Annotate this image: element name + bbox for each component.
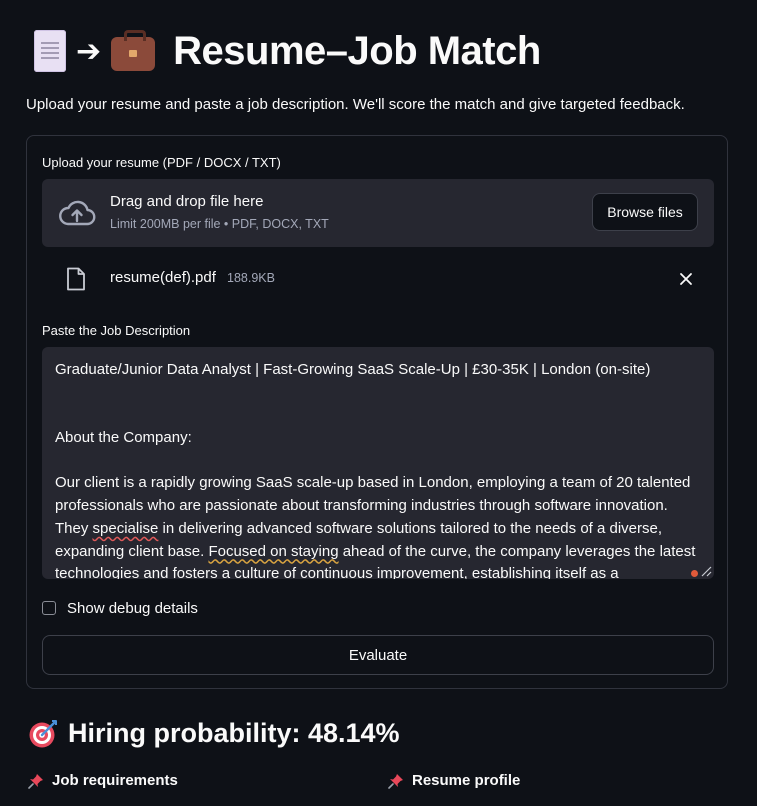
- jd-grammar-phrase: Focused on staying: [208, 542, 339, 560]
- target-icon: [29, 719, 57, 747]
- resume-profile-heading: Resume profile: [388, 772, 520, 789]
- jd-line-title: Graduate/Junior Data Analyst | Fast-Grow…: [55, 361, 651, 378]
- evaluate-button[interactable]: Evaluate: [42, 635, 714, 675]
- page-title-row: ➔ Resume–Job Match: [34, 26, 541, 76]
- file-icon: [67, 267, 85, 291]
- input-form: Upload your resume (PDF / DOCX / TXT) Dr…: [26, 135, 728, 689]
- file-name: resume(def).pdf: [110, 269, 216, 286]
- uploaded-file: resume(def).pdf 188.9KB: [42, 261, 714, 297]
- dropzone-title: Drag and drop file here: [110, 193, 264, 210]
- debug-checkbox[interactable]: [42, 601, 56, 615]
- file-size: 188.9KB: [227, 271, 275, 285]
- grammar-indicator-icon: [691, 570, 698, 577]
- briefcase-icon: [111, 30, 156, 71]
- page-title: Resume–Job Match: [173, 28, 541, 73]
- pushpin-icon: [28, 773, 43, 789]
- upload-cloud-icon: [59, 200, 96, 226]
- browse-files-button[interactable]: Browse files: [592, 193, 698, 231]
- job-requirements-heading: Job requirements: [28, 772, 178, 789]
- jd-paragraph: Our client is a rapidly growing SaaS sca…: [55, 472, 701, 579]
- pushpin-icon: [388, 773, 403, 789]
- close-icon[interactable]: [678, 271, 694, 287]
- document-icon: [34, 30, 66, 72]
- job-requirements-label: Job requirements: [52, 772, 178, 789]
- debug-toggle[interactable]: Show debug details: [42, 598, 198, 618]
- job-description-textarea[interactable]: Graduate/Junior Data Analyst | Fast-Grow…: [42, 347, 714, 579]
- resume-profile-label: Resume profile: [412, 772, 521, 789]
- jd-spell-word: specialise: [92, 519, 159, 537]
- result-heading: Hiring probability: 48.14%: [28, 718, 400, 749]
- dropzone-limit: Limit 200MB per file • PDF, DOCX, TXT: [110, 217, 329, 231]
- resize-handle-icon[interactable]: [700, 565, 712, 577]
- job-description-label: Paste the Job Description: [42, 323, 191, 338]
- arrow-icon: ➔: [76, 34, 102, 68]
- hiring-probability: Hiring probability: 48.14%: [68, 718, 400, 748]
- uploader-label: Upload your resume (PDF / DOCX / TXT): [42, 155, 281, 170]
- page-subtitle: Upload your resume and paste a job descr…: [26, 96, 685, 113]
- file-dropzone[interactable]: Drag and drop file here Limit 200MB per …: [42, 179, 714, 247]
- debug-label: Show debug details: [67, 599, 198, 617]
- jd-line-about: About the Company:: [55, 428, 192, 446]
